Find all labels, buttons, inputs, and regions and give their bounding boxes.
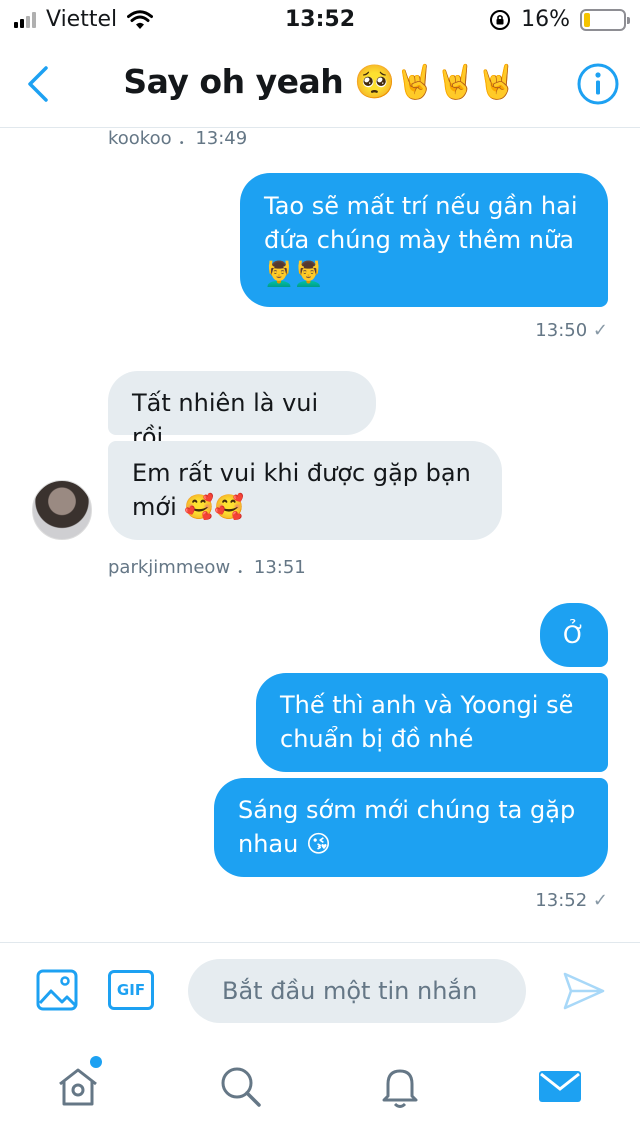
incoming-message[interactable]: Tất nhiên là vui rồi: [108, 371, 376, 451]
gif-button[interactable]: GIF: [108, 970, 154, 1010]
read-check-icon: ✓: [592, 890, 608, 911]
bell-icon[interactable]: [376, 1062, 424, 1110]
conversation-header: Say oh yeah 🥺🤘🤘🤘: [0, 40, 640, 128]
message-composer: GIF: [0, 942, 640, 1040]
message-timestamp: 13:52 ✓: [535, 890, 608, 911]
message-meta: kookoo ．13:49: [108, 128, 248, 149]
outgoing-message[interactable]: Thế thì anh và Yoongi sẽ chuẩn bị đồ nhé: [256, 673, 608, 772]
battery-icon: [580, 8, 630, 31]
home-icon[interactable]: [54, 1062, 102, 1110]
tab-bar: [0, 1040, 640, 1136]
notification-dot: [90, 1056, 102, 1068]
message-meta: parkjimmeow ．13:51: [108, 557, 306, 578]
send-icon[interactable]: [562, 969, 606, 1013]
timestamp-text: 13:50: [535, 320, 588, 341]
info-icon[interactable]: [576, 62, 620, 106]
avatar[interactable]: [32, 480, 92, 540]
outgoing-message[interactable]: Tao sẽ mất trí nếu gần hai đứa chúng mày…: [240, 173, 608, 307]
read-check-icon: ✓: [592, 320, 608, 341]
search-icon[interactable]: [216, 1062, 264, 1110]
battery-fill: [584, 12, 591, 27]
battery-percent: 16%: [521, 7, 570, 32]
status-bar: Viettel 13:52 16%: [0, 0, 640, 40]
message-timestamp: 13:50 ✓: [535, 320, 608, 341]
mail-icon[interactable]: [536, 1062, 584, 1110]
image-icon[interactable]: [36, 969, 78, 1011]
outgoing-message[interactable]: Ở: [540, 603, 608, 667]
status-right: 16%: [489, 7, 630, 32]
incoming-message[interactable]: Em rất vui khi được gặp bạn mới 🥰🥰: [108, 441, 502, 540]
orientation-lock-icon: [490, 9, 511, 30]
outgoing-message[interactable]: Sáng sớm mới chúng ta gặp nhau 😘: [214, 778, 608, 877]
conversation-title[interactable]: Say oh yeah 🥺🤘🤘🤘: [0, 62, 640, 102]
message-input[interactable]: [188, 959, 526, 1023]
timestamp-text: 13:52: [535, 890, 588, 911]
